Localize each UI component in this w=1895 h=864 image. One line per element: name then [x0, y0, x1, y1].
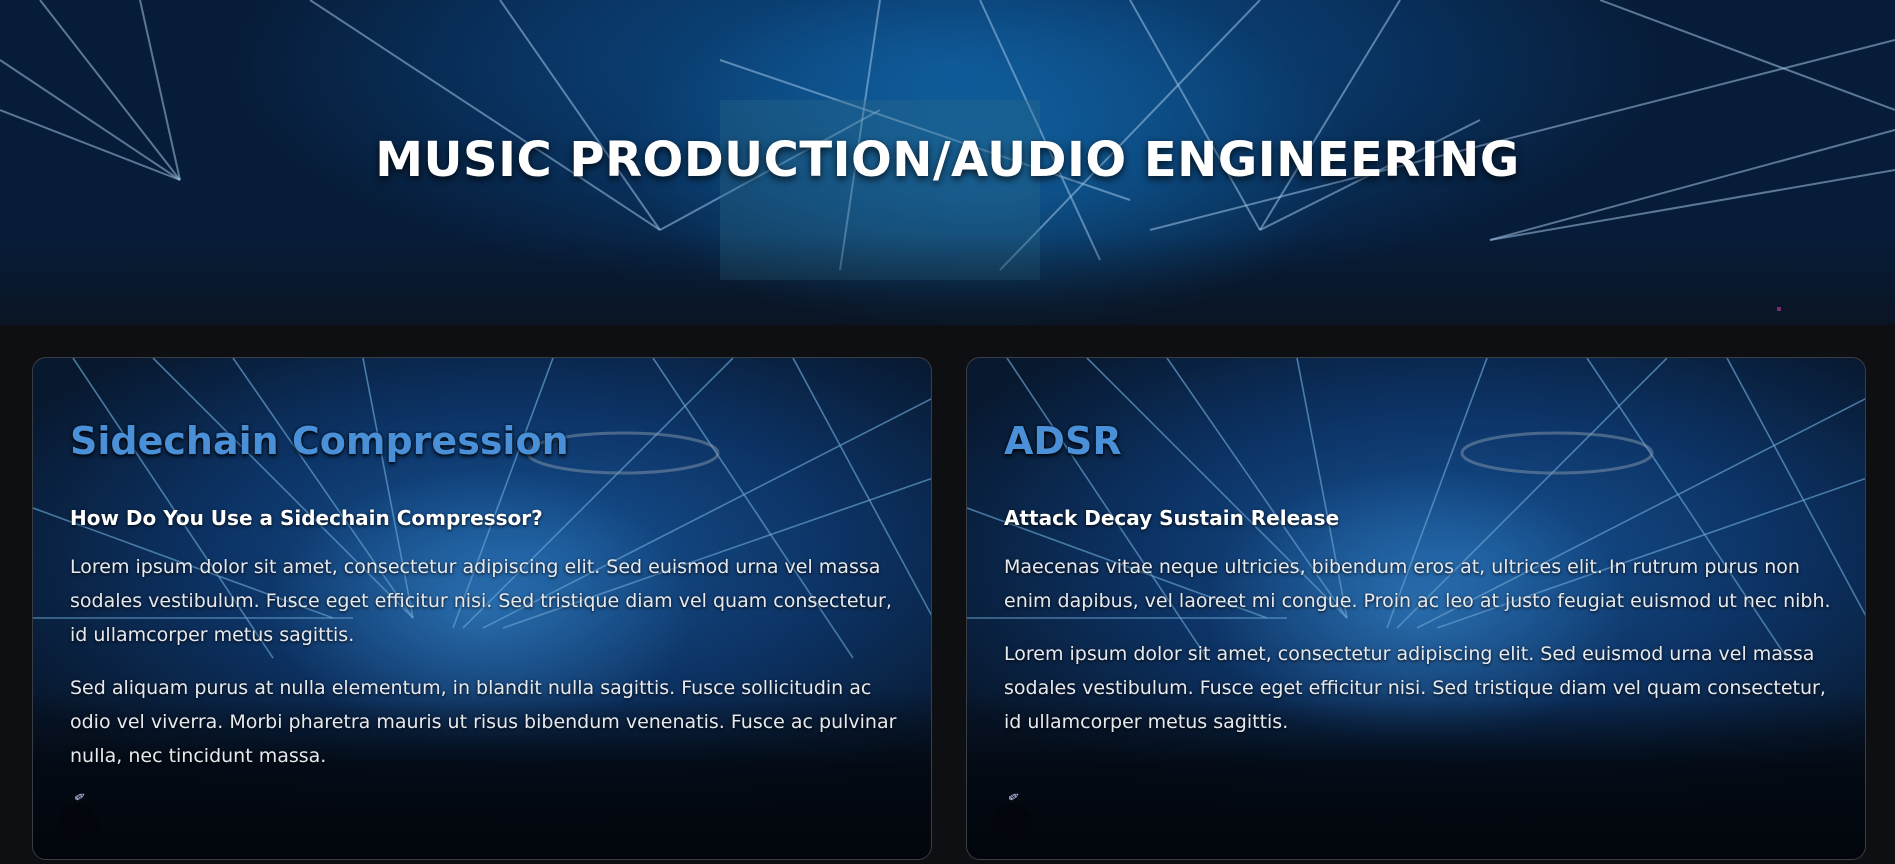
card-title: Sidechain Compression — [70, 419, 569, 463]
card-title: ADSR — [1004, 419, 1122, 463]
page-title: MUSIC PRODUCTION/AUDIO ENGINEERING — [375, 132, 1520, 188]
card-paragraph: Maecenas vitae neque ultricies, bibendum… — [1004, 556, 1831, 612]
card-subtitle: How Do You Use a Sidechain Compressor? — [70, 506, 543, 530]
card-paragraph: Sed aliquam purus at nulla elementum, in… — [70, 677, 897, 767]
card-paragraph: Lorem ipsum dolor sit amet, consectetur … — [1004, 643, 1826, 733]
hero-banner: MUSIC PRODUCTION/AUDIO ENGINEERING — [0, 0, 1895, 325]
card-sidechain-compression: Sidechain Compression How Do You Use a S… — [32, 357, 932, 860]
card-paragraph: Lorem ipsum dolor sit amet, consectetur … — [70, 556, 892, 646]
card-adsr: ADSR Attack Decay Sustain Release Maecen… — [966, 357, 1866, 860]
card-content: Sidechain Compression How Do You Use a S… — [70, 418, 900, 773]
card-subtitle: Attack Decay Sustain Release — [1004, 506, 1340, 530]
card-content: ADSR Attack Decay Sustain Release Maecen… — [1004, 418, 1834, 739]
